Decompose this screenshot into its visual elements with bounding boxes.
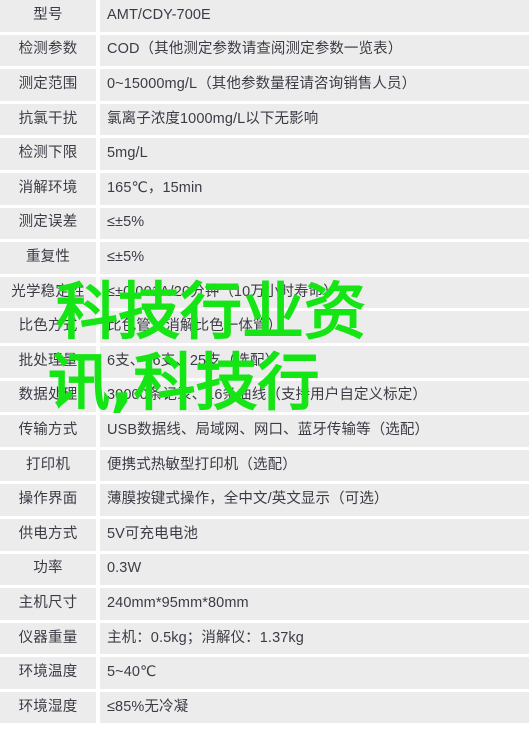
table-row: 型号 AMT/CDY-700E [0,0,529,35]
spec-value-cell: 5~40℃ [100,657,529,692]
spec-label-cell: 测定范围 [0,69,100,104]
spec-value-cell: ≤85%无冷凝 [100,691,529,727]
table-row: 比色方式 比色管（消解比色一体管） [0,311,529,346]
spec-value-cell: 0~15000mg/L（其他参数量程请咨询销售人员） [100,69,529,104]
table-row: 仪器重量 主机：0.5kg；消解仪：1.37kg [0,622,529,658]
spec-value-cell: 薄膜按键式操作，全中文/英文显示（可选） [100,484,529,519]
table-row: 数据处理 30000条记录、16条曲线（支持用户自定义标定） [0,380,529,416]
spec-label-cell: 比色方式 [0,311,100,346]
spec-label-cell: 数据处理 [0,380,100,416]
table-row: 环境温度 5~40℃ [0,657,529,692]
spec-value-cell: 6支、16支、25支（选配） [100,345,529,381]
spec-label-cell: 操作界面 [0,484,100,519]
spec-label-cell: 批处理量 [0,345,100,381]
table-row: 光学稳定性 ≤±0.001A/20分钟（10万小时寿命） [0,276,529,312]
table-row: 检测参数 COD（其他测定参数请查阅测定参数一览表） [0,34,529,70]
spec-label-cell: 打印机 [0,449,100,485]
spec-value-cell: 165℃，15min [100,172,529,208]
table-row: 测定范围 0~15000mg/L（其他参数量程请咨询销售人员） [0,69,529,104]
spec-label-cell: 检测参数 [0,34,100,70]
table-row: 操作界面 薄膜按键式操作，全中文/英文显示（可选） [0,484,529,519]
spec-value-cell: ≤±0.001A/20分钟（10万小时寿命） [100,276,529,312]
spec-value-cell: 30000条记录、16条曲线（支持用户自定义标定） [100,380,529,416]
spec-value-cell: ≤±5% [100,242,529,277]
spec-value-cell: USB数据线、局域网、网口、蓝牙传输等（选配） [100,415,529,450]
spec-label-cell: 重复性 [0,242,100,277]
spec-value-cell: 氯离子浓度1000mg/L以下无影响 [100,103,529,139]
spec-value-cell: AMT/CDY-700E [100,0,529,35]
table-row: 消解环境 165℃，15min [0,172,529,208]
spec-label-cell: 功率 [0,553,100,589]
spec-value-cell: 240mm*95mm*80mm [100,588,529,623]
spec-label-cell: 仪器重量 [0,622,100,658]
spec-label-cell: 环境温度 [0,657,100,692]
specification-table: 型号 AMT/CDY-700E 检测参数 COD（其他测定参数请查阅测定参数一览表）测… [0,0,529,727]
spec-value-cell: 比色管（消解比色一体管） [100,311,529,346]
table-row: 重复性 ≤±5% [0,242,529,277]
table-row: 打印机 便携式热敏型打印机（选配） [0,449,529,485]
table-row: 环境湿度 ≤85%无冷凝 [0,691,529,727]
table-row: 主机尺寸 240mm*95mm*80mm [0,588,529,623]
table-row: 供电方式 5V可充电电池 [0,518,529,554]
spec-label-cell: 主机尺寸 [0,588,100,623]
spec-value-cell: 5mg/L [100,138,529,173]
spec-label-cell: 环境湿度 [0,691,100,727]
spec-value-cell: ≤±5% [100,207,529,243]
spec-label-cell: 型号 [0,0,100,35]
table-row: 测定误差 ≤±5% [0,207,529,243]
table-row: 批处理量 6支、16支、25支（选配） [0,345,529,381]
table-row: 传输方式 USB数据线、局域网、网口、蓝牙传输等（选配） [0,415,529,450]
spec-label-cell: 检测下限 [0,138,100,173]
table-row: 功率 0.3W [0,553,529,589]
table-row: 抗氯干扰 氯离子浓度1000mg/L以下无影响 [0,103,529,139]
spec-value-cell: 便携式热敏型打印机（选配） [100,449,529,485]
table-row: 检测下限 5mg/L [0,138,529,173]
spec-label-cell: 供电方式 [0,518,100,554]
spec-label-cell: 抗氯干扰 [0,103,100,139]
spec-label-cell: 测定误差 [0,207,100,243]
spec-value-cell: 0.3W [100,553,529,589]
spec-label-cell: 光学稳定性 [0,276,100,312]
spec-value-cell: 5V可充电电池 [100,518,529,554]
spec-value-cell: 主机：0.5kg；消解仪：1.37kg [100,622,529,658]
spec-value-cell: COD（其他测定参数请查阅测定参数一览表） [100,34,529,70]
spec-label-cell: 消解环境 [0,172,100,208]
spec-label-cell: 传输方式 [0,415,100,450]
specification-table-page: 型号 AMT/CDY-700E 检测参数 COD（其他测定参数请查阅测定参数一览表）测… [0,0,529,736]
specification-table-body: 型号 AMT/CDY-700E 检测参数 COD（其他测定参数请查阅测定参数一览表）测… [0,0,529,727]
